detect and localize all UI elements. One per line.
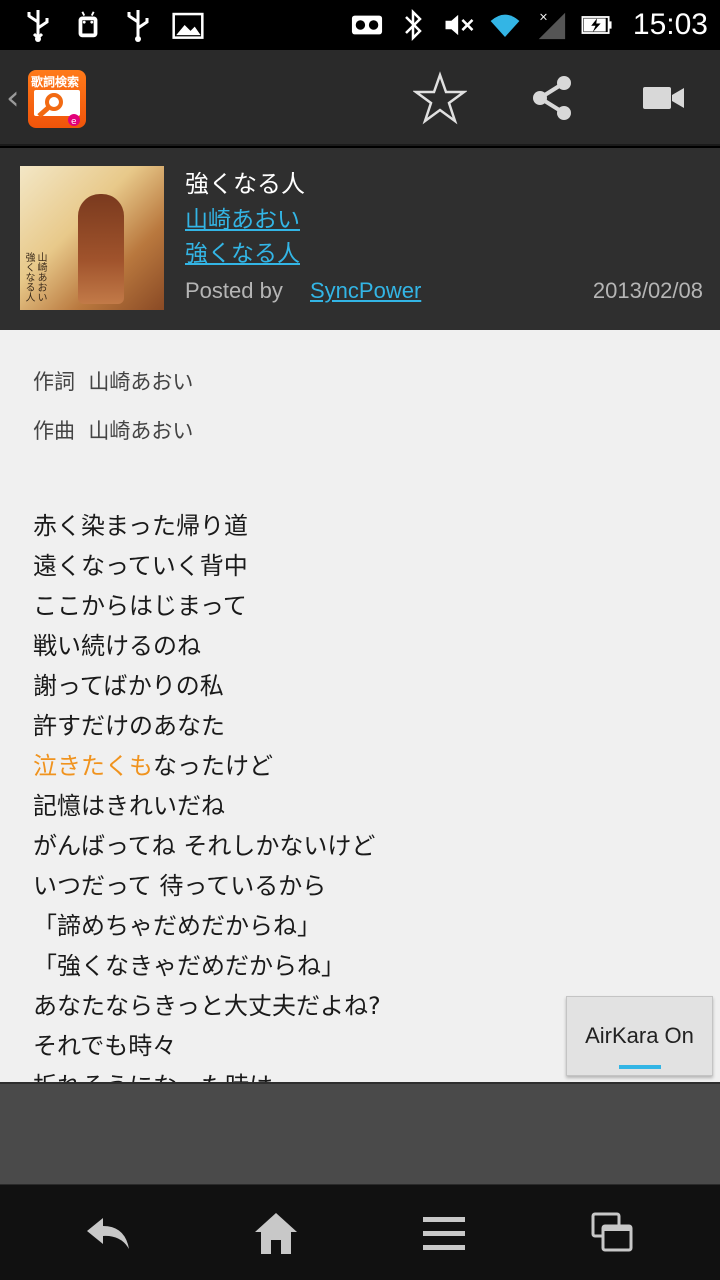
home-icon <box>255 1213 297 1254</box>
usb-icon <box>22 9 54 42</box>
share-button[interactable] <box>524 70 580 126</box>
airkara-on-indicator <box>619 1065 661 1069</box>
album-cover[interactable]: 山崎あおい 強くなる人 <box>20 166 164 310</box>
post-date: 2013/02/08 <box>592 278 703 303</box>
svg-text:e: e <box>71 117 77 127</box>
bluetooth-icon <box>397 8 429 42</box>
voicemail-icon <box>351 9 383 41</box>
nav-recent-apps-button[interactable] <box>582 1207 642 1259</box>
lyricist-credit: 作詞 山崎あおい <box>33 366 193 396</box>
navigation-bar <box>0 1184 720 1280</box>
wifi-icon <box>489 9 521 41</box>
lyric-unsung-part: なったけど <box>153 752 273 780</box>
android-debug-icon <box>72 9 104 41</box>
lyric-line: 記憶はきれいだね <box>33 792 225 820</box>
share-icon <box>533 76 571 120</box>
lyric-lines: 赤く染まった帰り道 遠くなっていく背中 ここからはじまって 戦い続けるのね 謝っ… <box>33 506 381 1082</box>
menu-icon <box>423 1217 465 1250</box>
no-signal-icon: × <box>535 9 567 41</box>
svg-text:×: × <box>539 10 548 23</box>
action-bar: ‹ 歌詞検索 e <box>0 50 720 146</box>
favorite-button[interactable] <box>412 70 468 126</box>
airkara-toggle-button[interactable]: AirKara On <box>566 996 713 1076</box>
album-link[interactable]: 強くなる人 <box>185 234 300 268</box>
video-button[interactable] <box>636 70 692 126</box>
status-time: 15:03 <box>632 8 708 41</box>
airkara-label: AirKara On <box>585 1023 694 1048</box>
lyric-line: 「諦めちゃだめだからね」 <box>33 912 321 940</box>
artist-link[interactable]: 山崎あおい <box>185 200 300 234</box>
usb-icon <box>122 9 154 42</box>
lyric-line: 赤く染まった帰り道 <box>33 512 249 540</box>
lyric-line: 遠くなっていく背中 <box>33 552 248 580</box>
song-title: 強くなる人 <box>185 170 305 198</box>
status-bar: × 15:03 <box>0 0 720 50</box>
image-notification-icon <box>172 9 204 41</box>
posted-by-label: Posted by <box>185 278 283 303</box>
lyric-line: がんばってね それしかないけど <box>33 832 376 860</box>
composer-credit: 作曲 山崎あおい <box>33 415 193 445</box>
battery-charging-icon <box>581 9 613 41</box>
lyric-line: それでも時々 <box>33 1032 177 1060</box>
lyric-line-current: 泣きたくもなったけど <box>33 746 381 786</box>
poster-link[interactable]: SyncPower <box>310 278 421 304</box>
back-icon <box>87 1218 129 1249</box>
lyric-line: ここからはじまって <box>33 592 247 620</box>
lyric-sung-part: 泣きたくも <box>33 752 153 780</box>
lyricist-name: 山崎あおい <box>88 370 194 394</box>
video-icon <box>643 87 684 109</box>
lyricist-label: 作詞 <box>33 370 75 394</box>
lyric-line: 許すだけのあなた <box>33 712 225 740</box>
lyric-line: 折れそうになった時は <box>33 1066 381 1082</box>
cover-figure <box>78 194 124 304</box>
app-logo[interactable]: 歌詞検索 e <box>28 70 86 128</box>
player-strip <box>0 1082 720 1184</box>
nav-home-button[interactable] <box>246 1207 306 1259</box>
nav-back-button[interactable] <box>78 1207 138 1259</box>
lyrics-panel[interactable]: 作詞 山崎あおい 作曲 山崎あおい 赤く染まった帰り道 遠くなっていく背中 ここ… <box>0 330 720 1082</box>
composer-name: 山崎あおい <box>88 419 194 443</box>
lyric-line: いつだって 待っているから <box>33 872 327 900</box>
star-icon <box>413 71 467 125</box>
up-chevron-icon[interactable]: ‹ <box>6 78 20 118</box>
mute-icon <box>443 9 475 41</box>
lyric-line: あなたならきっと大丈夫だよね? <box>33 992 381 1020</box>
lyric-line: 謝ってばかりの私 <box>33 672 224 700</box>
composer-label: 作曲 <box>33 419 75 443</box>
lyric-line: 「強くなきゃだめだからね」 <box>33 952 345 980</box>
lyric-line: 戦い続けるのね <box>33 632 201 660</box>
nav-menu-button[interactable] <box>414 1207 474 1259</box>
recent-apps-icon <box>591 1212 633 1252</box>
cover-text: 山崎あおい 強くなる人 <box>23 252 46 302</box>
